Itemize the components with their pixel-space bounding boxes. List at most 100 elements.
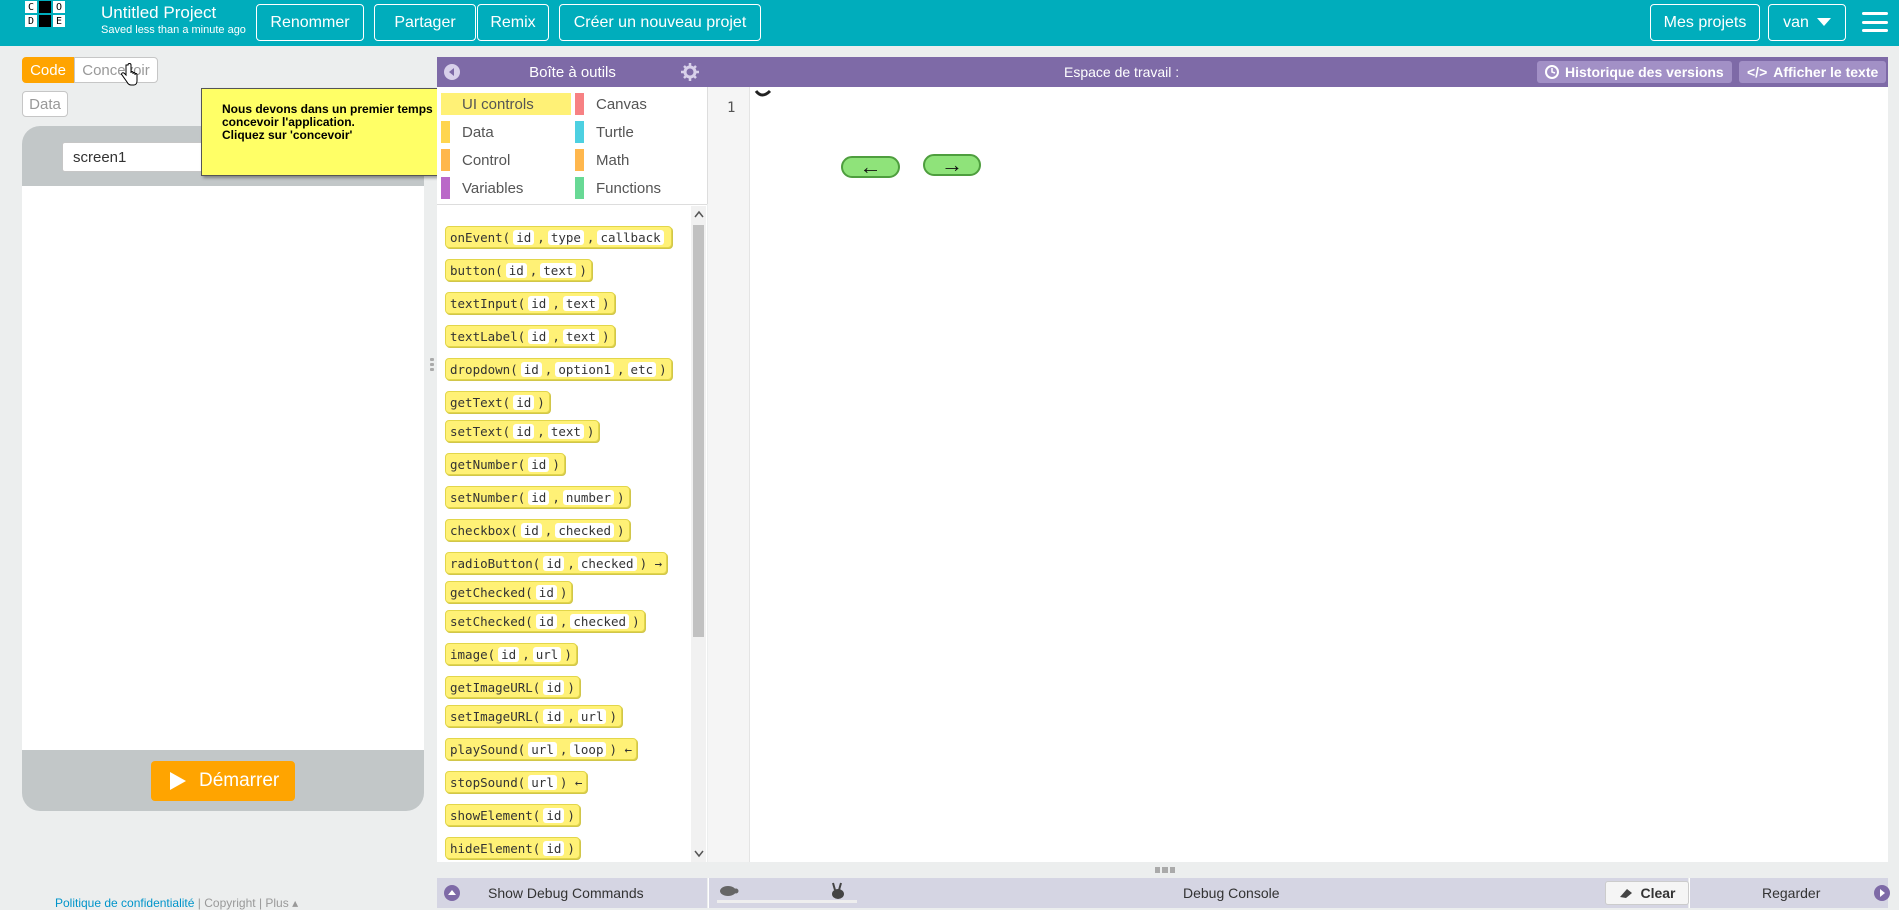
category-ui-controls[interactable]: UI controls bbox=[441, 93, 571, 115]
code-block[interactable]: textInput(id, text) bbox=[445, 292, 615, 314]
vertical-resize-handle[interactable] bbox=[1155, 867, 1175, 873]
block-param[interactable]: id bbox=[513, 423, 535, 439]
block-param[interactable]: url bbox=[577, 708, 607, 724]
block-param[interactable]: url bbox=[532, 646, 562, 662]
block-param[interactable]: id bbox=[505, 262, 527, 278]
block-param[interactable]: id bbox=[543, 708, 565, 724]
screen-selector[interactable]: screen1 bbox=[62, 142, 212, 172]
block-param[interactable]: id bbox=[528, 456, 550, 472]
block-param[interactable]: id bbox=[543, 840, 565, 856]
code-block[interactable]: getText(id) bbox=[445, 391, 550, 413]
block-param[interactable]: id bbox=[528, 295, 550, 311]
category-variables[interactable]: Variables bbox=[441, 177, 523, 199]
collapse-left-icon[interactable] bbox=[444, 64, 460, 80]
debug-console-title: Debug Console bbox=[1183, 885, 1280, 901]
block-param[interactable]: id bbox=[520, 522, 542, 538]
block-param[interactable]: checked bbox=[570, 613, 630, 629]
code-block[interactable]: setText(id, text) bbox=[445, 420, 600, 442]
palette-scroll-thumb[interactable] bbox=[693, 225, 704, 637]
code-block[interactable]: hideElement(id) bbox=[445, 837, 580, 859]
code-block[interactable]: setChecked(id, checked) bbox=[445, 610, 645, 632]
left-arrow-button[interactable]: ← bbox=[841, 156, 900, 178]
code-workspace[interactable] bbox=[708, 87, 1888, 862]
code-org-logo[interactable]: C O D E bbox=[24, 0, 66, 42]
block-param[interactable]: id bbox=[535, 613, 557, 629]
scroll-down-icon[interactable] bbox=[694, 850, 704, 858]
code-block[interactable]: playSound(url, loop) ← bbox=[445, 738, 638, 760]
block-close: ) bbox=[617, 522, 625, 538]
code-block[interactable]: onEvent(id, type, callback bbox=[445, 226, 672, 248]
block-param[interactable]: id bbox=[513, 229, 535, 245]
block-param[interactable]: etc bbox=[627, 361, 657, 377]
expand-right-icon[interactable] bbox=[1874, 885, 1890, 901]
code-mode-toggle[interactable]: Code bbox=[22, 57, 74, 83]
my-projects-button[interactable]: Mes projets bbox=[1650, 4, 1760, 41]
block-param[interactable]: id bbox=[543, 807, 565, 823]
block-param[interactable]: loop bbox=[570, 741, 607, 757]
code-block[interactable]: getImageURL(id) bbox=[445, 676, 580, 698]
expand-up-icon[interactable] bbox=[444, 885, 460, 901]
code-block[interactable]: getNumber(id) bbox=[445, 453, 565, 475]
code-block[interactable]: getChecked(id) bbox=[445, 581, 573, 603]
block-param[interactable]: option1 bbox=[555, 361, 615, 377]
code-block[interactable]: setNumber(id, number) bbox=[445, 486, 630, 508]
category-math[interactable]: Math bbox=[575, 149, 629, 171]
debug-commands-bar[interactable]: Show Debug Commands bbox=[437, 878, 707, 908]
code-block[interactable]: dropdown(id, option1, etc) bbox=[445, 358, 672, 380]
block-param[interactable]: id bbox=[520, 361, 542, 377]
data-mode-toggle[interactable]: Data bbox=[22, 91, 68, 117]
code-block[interactable]: radioButton(id, checked) → bbox=[445, 552, 668, 574]
category-data[interactable]: Data bbox=[441, 121, 494, 143]
code-block[interactable]: showElement(id) bbox=[445, 804, 580, 826]
code-block[interactable]: textLabel(id, text) bbox=[445, 325, 615, 347]
hamburger-menu-icon[interactable] bbox=[1862, 12, 1888, 32]
version-history-button[interactable]: Historique des versions bbox=[1537, 61, 1732, 83]
category-label: Variables bbox=[462, 179, 524, 197]
block-param[interactable]: id bbox=[543, 555, 565, 571]
block-param[interactable]: id bbox=[513, 394, 535, 410]
right-arrow-button[interactable]: → bbox=[923, 154, 981, 176]
clear-button[interactable]: Clear bbox=[1605, 881, 1689, 905]
user-menu[interactable]: van bbox=[1768, 4, 1846, 41]
rename-button[interactable]: Renommer bbox=[256, 4, 364, 41]
watch-bar[interactable]: Regarder bbox=[1689, 878, 1890, 908]
block-param[interactable]: checked bbox=[577, 555, 637, 571]
block-param[interactable]: id bbox=[528, 328, 550, 344]
speed-slider-track[interactable] bbox=[717, 900, 857, 903]
block-param[interactable]: text bbox=[562, 328, 599, 344]
category-turtle[interactable]: Turtle bbox=[575, 121, 634, 143]
show-debug-commands[interactable]: Show Debug Commands bbox=[488, 885, 644, 901]
block-param[interactable]: id bbox=[535, 584, 557, 600]
block-param[interactable]: text bbox=[547, 423, 584, 439]
block-close: ) bbox=[609, 708, 618, 724]
block-param[interactable]: id bbox=[498, 646, 520, 662]
block-param[interactable]: type bbox=[547, 229, 584, 245]
block-param[interactable]: id bbox=[543, 679, 565, 695]
category-canvas[interactable]: Canvas bbox=[575, 93, 647, 115]
resize-handle[interactable] bbox=[430, 356, 436, 374]
code-block[interactable]: setImageURL(id, url) bbox=[445, 705, 623, 727]
new-project-button[interactable]: Créer un nouveau projet bbox=[559, 4, 761, 41]
scroll-up-icon[interactable] bbox=[694, 210, 704, 218]
share-button[interactable]: Partager bbox=[374, 4, 476, 41]
block-param[interactable]: callback bbox=[597, 229, 664, 245]
app-screen[interactable] bbox=[22, 186, 424, 750]
block-param[interactable]: text bbox=[562, 295, 599, 311]
code-block[interactable]: checkbox(id, checked) bbox=[445, 519, 630, 541]
design-mode-toggle[interactable]: Concevoir bbox=[74, 57, 158, 83]
block-param[interactable]: number bbox=[562, 489, 615, 505]
block-param[interactable]: id bbox=[528, 489, 550, 505]
show-text-button[interactable]: </> Afficher le texte bbox=[1739, 61, 1887, 83]
code-block[interactable]: image(id, url) bbox=[445, 643, 577, 665]
category-functions[interactable]: Functions bbox=[575, 177, 661, 199]
run-button[interactable]: Démarrer bbox=[151, 761, 295, 801]
block-param[interactable]: checked bbox=[555, 522, 615, 538]
gear-icon[interactable] bbox=[681, 63, 699, 81]
block-param[interactable]: url bbox=[528, 774, 557, 790]
block-param[interactable]: url bbox=[528, 741, 557, 757]
block-param[interactable]: text bbox=[540, 262, 577, 278]
category-control[interactable]: Control bbox=[441, 149, 510, 171]
remix-button[interactable]: Remix bbox=[477, 4, 549, 41]
code-block[interactable]: button(id, text) bbox=[445, 259, 592, 281]
code-block[interactable]: stopSound(url) ← bbox=[445, 771, 588, 793]
